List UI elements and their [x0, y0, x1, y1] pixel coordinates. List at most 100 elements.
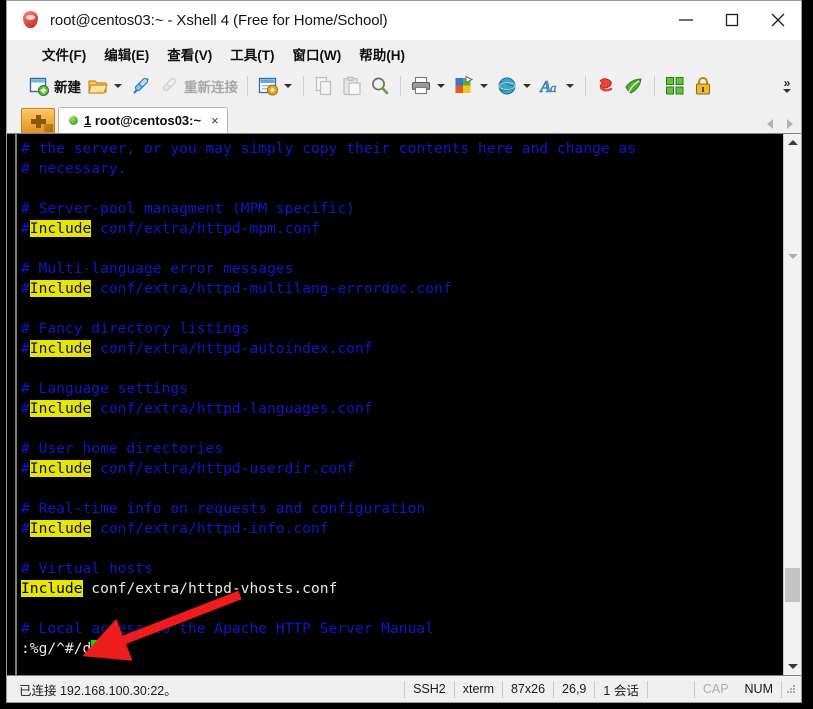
menu-bar: 文件(F) 编辑(E) 查看(V) 工具(T) 窗口(W) 帮助(H): [7, 40, 801, 68]
properties-button[interactable]: [254, 71, 297, 100]
highlighted-keyword: Include: [29, 400, 92, 417]
scroll-up-button[interactable]: [784, 134, 801, 151]
find-button[interactable]: [366, 71, 394, 100]
tab-scroll-right-icon[interactable]: [787, 119, 793, 129]
open-session-caret[interactable]: [114, 83, 122, 88]
tab-scroll-left-icon[interactable]: [767, 119, 773, 129]
status-bar: 已连接 192.168.100.30:22。 SSH2 xterm 87x26 …: [7, 676, 801, 702]
tab-scroll-controls: [767, 119, 793, 129]
toolbar-overflow-button[interactable]: »: [779, 70, 795, 101]
maximize-button[interactable]: [709, 1, 755, 39]
menu-view[interactable]: 查看(V): [158, 41, 221, 67]
search-icon: [372, 77, 389, 94]
toolbar-overflow-label: »: [783, 75, 791, 90]
terminal-text: # Language settings: [21, 380, 188, 397]
terminal-text: #: [21, 340, 30, 357]
highlighted-keyword: Include: [29, 220, 92, 237]
paste-button[interactable]: [338, 71, 366, 100]
menu-tools[interactable]: 工具(T): [221, 41, 283, 67]
terminal-line: #Include conf/extra/httpd-userdir.conf: [21, 459, 783, 479]
color-scheme-caret[interactable]: [480, 83, 488, 88]
terminal-line: # Language settings: [21, 379, 783, 399]
tab-close-button[interactable]: ×: [211, 114, 219, 127]
open-session-button[interactable]: [84, 71, 127, 100]
status-spacer: [648, 676, 694, 702]
font-button[interactable]: A a: [536, 71, 579, 100]
xshell-button[interactable]: [592, 71, 620, 100]
toolbar-separator: [585, 75, 586, 96]
connect-button[interactable]: [127, 71, 155, 100]
new-session-label: 新建: [54, 79, 81, 95]
terminal-screen[interactable]: # the server, or you may simply copy the…: [17, 134, 783, 675]
scroll-track-marker: [784, 254, 801, 259]
font-letter-icon: A a: [539, 76, 557, 96]
terminal-command-line[interactable]: :%g/^#/d: [21, 639, 783, 659]
terminal-line: # Local access to the Apache HTTP Server…: [21, 619, 783, 639]
tab-status-dot: [69, 116, 78, 125]
terminal-text: conf/extra/httpd-multilang-errordoc.conf: [91, 280, 452, 297]
terminal-line: # User home directories: [21, 439, 783, 459]
reconnect-button[interactable]: 重新连接: [155, 71, 241, 100]
terminal-text: conf/extra/httpd-vhosts.conf: [82, 580, 338, 597]
tab-label: 1 root@centos03:~: [84, 113, 201, 128]
xftp-button[interactable]: [620, 71, 648, 100]
terminal-line: # Multi-language error messages: [21, 259, 783, 279]
print-caret[interactable]: [437, 83, 445, 88]
printer-icon: [411, 76, 431, 94]
terminal-text: conf/extra/httpd-autoindex.conf: [91, 340, 373, 357]
terminal-line: # the server, or you may simply copy the…: [21, 139, 783, 159]
scroll-thumb[interactable]: [785, 568, 800, 602]
globe-button[interactable]: [493, 71, 536, 100]
menu-edit[interactable]: 编辑(E): [95, 41, 158, 67]
status-caps-indicator: CAP: [702, 682, 729, 696]
print-button[interactable]: [407, 71, 450, 100]
session-tab-1[interactable]: 1 root@centos03:~ ×: [58, 107, 228, 133]
terminal-text: # Fancy directory listings: [21, 320, 250, 337]
terminal-line: # Fancy directory listings: [21, 319, 783, 339]
terminal-text: #: [21, 520, 30, 537]
block-cursor: [91, 640, 101, 656]
status-screen-size: 87x26: [510, 682, 546, 696]
globe-icon: [498, 77, 516, 94]
title-bar: root@centos03:~ - Xshell 4 (Free for Hom…: [7, 1, 801, 40]
arrange-button[interactable]: [661, 71, 689, 100]
highlighted-keyword: Include: [29, 520, 92, 537]
tab-title: root@centos03:~: [91, 113, 202, 128]
xshell-logo-icon: [21, 10, 41, 30]
new-window-icon: [29, 77, 49, 96]
terminal-line: #Include conf/extra/httpd-info.conf: [21, 519, 783, 539]
application-window: root@centos03:~ - Xshell 4 (Free for Hom…: [6, 0, 802, 703]
menu-help[interactable]: 帮助(H): [350, 41, 414, 67]
highlighted-keyword: Include: [21, 580, 83, 597]
new-session-button[interactable]: 新建: [25, 71, 84, 100]
lock-button[interactable]: [689, 71, 717, 100]
terminal-text: conf/extra/httpd-userdir.conf: [91, 460, 355, 477]
menu-window[interactable]: 窗口(W): [284, 41, 351, 67]
xshell-red-icon: [599, 77, 613, 91]
toolbar-separator: [247, 75, 248, 96]
status-num-indicator: NUM: [744, 682, 773, 696]
new-tab-button[interactable]: [21, 108, 55, 133]
globe-caret[interactable]: [523, 83, 531, 88]
color-scheme-button[interactable]: [450, 71, 493, 100]
minimize-button[interactable]: [663, 1, 709, 39]
scroll-down-button[interactable]: [784, 658, 801, 675]
xshell-window-root: root@centos03:~ - Xshell 4 (Free for Hom…: [0, 0, 813, 709]
font-caret[interactable]: [566, 83, 574, 88]
close-button[interactable]: [755, 1, 801, 39]
copy-button[interactable]: [310, 71, 338, 100]
menu-file[interactable]: 文件(F): [33, 41, 95, 67]
properties-caret[interactable]: [284, 83, 292, 88]
terminal-scrollbar[interactable]: [783, 134, 801, 675]
window-resize-grip[interactable]: [784, 682, 798, 696]
terminal-text: #: [21, 400, 30, 417]
terminal-text: #: [21, 280, 30, 297]
terminal-line: #Include conf/extra/httpd-languages.conf: [21, 399, 783, 419]
